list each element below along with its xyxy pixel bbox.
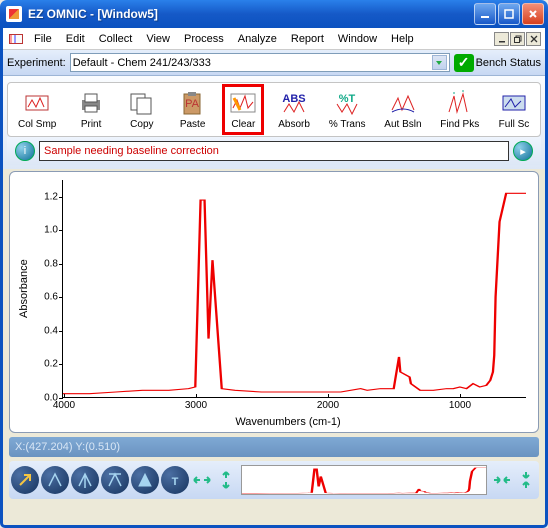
toolbar-copy-button[interactable]: Copy [124,87,160,132]
svg-text:T: T [172,476,179,488]
app-icon [6,6,22,22]
toolbar: Col Smp Print Copy PAPaste Clear ABSAbsorb %T%… [7,82,541,137]
plot-area[interactable] [62,180,526,398]
aut-bsln-icon [387,89,419,117]
peak-mirror-icon[interactable] [101,466,129,494]
status-bar: X:(427.204) Y:(0.510) [9,437,539,457]
paste-icon: PA [177,89,209,117]
close-button[interactable] [522,3,544,25]
h-collapse-icon[interactable] [491,469,513,491]
svg-text:ABS: ABS [282,93,305,105]
h-expand-icon[interactable] [191,469,213,491]
menu-help[interactable]: Help [384,31,421,47]
info-right-icon[interactable]: ▸ [513,141,533,161]
menu-edit[interactable]: Edit [59,31,92,47]
peak-line-icon[interactable] [71,466,99,494]
menu-bar: FileEditCollectViewProcessAnalyzeReportW… [3,28,545,50]
menu-process[interactable]: Process [177,31,231,47]
find-pks-icon [444,89,476,117]
info-left-icon[interactable]: i [15,141,35,161]
maximize-button[interactable] [498,3,520,25]
x-axis: 4000300020001000 [64,398,526,414]
check-icon: ✓ [454,54,474,72]
pct-trans-icon: %T [331,89,363,117]
mdi-restore-button[interactable] [510,32,525,46]
y-axis: 0.00.20.40.60.81.01.2 [32,180,62,398]
menu-collect[interactable]: Collect [92,31,140,47]
mdi-close-button[interactable] [526,32,541,46]
clear-icon [227,89,259,117]
toolbar-col-smp-button[interactable]: Col Smp [16,87,58,132]
minimize-button[interactable] [474,3,496,25]
toolbar-clear-button[interactable]: Clear [222,84,264,135]
col-smp-icon [21,89,53,117]
menu-report[interactable]: Report [284,31,331,47]
overview-plot[interactable] [241,465,487,495]
mdi-buttons [494,32,541,46]
chevron-down-icon[interactable] [432,55,447,70]
copy-icon [126,89,158,117]
svg-text:PA: PA [185,98,200,110]
document-icon [8,31,24,47]
toolbar-full-sc-button[interactable]: Full Sc [496,87,532,132]
toolbar-paste-button[interactable]: PAPaste [175,87,211,132]
toolbar-pct-trans-button[interactable]: %T% Trans [327,87,368,132]
message-row: i Sample needing baseline correction ▸ [7,137,541,165]
y-axis-label: Absorbance [16,180,32,398]
menu-view[interactable]: View [139,31,177,47]
peak-fill-icon[interactable] [131,466,159,494]
menu-analyze[interactable]: Analyze [231,31,284,47]
toolbar-wrap: Col Smp Print Copy PAPaste Clear ABSAbsorb %T%… [3,76,545,169]
v-expand-icon[interactable] [215,469,237,491]
experiment-combo[interactable]: Default - Chem 241/243/333 [70,53,450,72]
window-buttons [474,3,544,25]
bench-status[interactable]: ✓ Bench Status [454,54,541,72]
mdi-minimize-button[interactable] [494,32,509,46]
text-tool-icon[interactable]: T [161,466,189,494]
toolbar-absorb-button[interactable]: ABSAbsorb [276,87,312,132]
window-title: EZ OMNIC - [Window5] [26,7,474,21]
experiment-value: Default - Chem 241/243/333 [73,57,432,69]
toolbar-aut-bsln-button[interactable]: Aut Bsln [382,87,423,132]
toolbar-find-pks-button[interactable]: Find Pks [438,87,481,132]
experiment-label: Experiment: [7,57,66,69]
cursor-readout: X:(427.204) Y:(0.510) [15,441,120,453]
absorb-icon: ABS [278,89,310,117]
menu-window[interactable]: Window [331,31,384,47]
bottom-toolbar: T [9,461,539,499]
print-icon [75,89,107,117]
x-axis-label: Wavenumbers (cm-1) [50,416,526,428]
bench-label: Bench Status [476,57,541,69]
toolbar-print-button[interactable]: Print [73,87,109,132]
message-box: Sample needing baseline correction [39,141,509,161]
v-collapse-icon[interactable] [515,469,537,491]
nav-arrow-icon[interactable] [11,466,39,494]
window-body: FileEditCollectViewProcessAnalyzeReportW… [0,28,548,528]
full-sc-icon [498,89,530,117]
menu-file[interactable]: File [27,31,59,47]
peak-up-icon[interactable] [41,466,69,494]
experiment-bar: Experiment: Default - Chem 241/243/333 ✓… [3,50,545,76]
title-bar: EZ OMNIC - [Window5] [0,0,548,28]
chart-frame: Absorbance 0.00.20.40.60.81.01.2 4000300… [9,171,539,433]
